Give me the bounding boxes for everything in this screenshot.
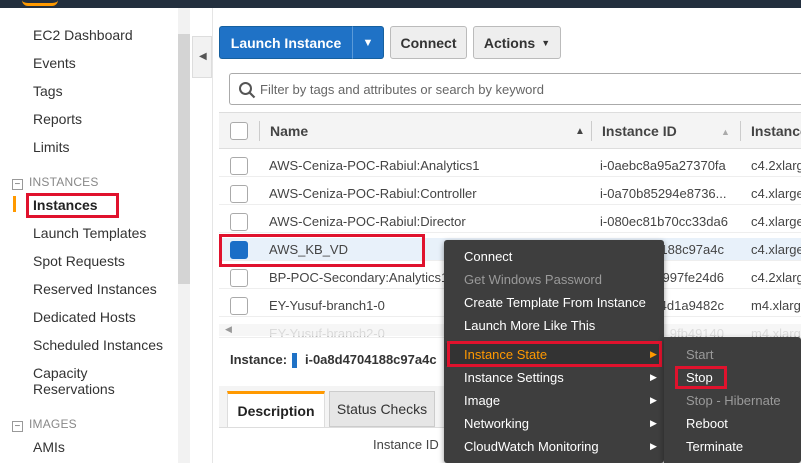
sidebar-item-dedicated-hosts[interactable]: Dedicated Hosts [33, 309, 136, 325]
column-header-instance-id[interactable]: Instance ID [602, 123, 677, 139]
cell-instance-type: c4.2xlarg [751, 158, 801, 173]
scroll-left-icon[interactable]: ◀ [225, 324, 232, 335]
sidebar-item-events[interactable]: Events [33, 55, 76, 71]
highlight-box-stop [675, 366, 727, 389]
select-all-checkbox[interactable] [230, 122, 248, 140]
divider [212, 8, 213, 463]
sidebar-item-reserved-instances[interactable]: Reserved Instances [33, 281, 157, 297]
tab-status-checks[interactable]: Status Checks [329, 391, 435, 427]
launch-instance-button[interactable]: Launch Instance [219, 26, 352, 59]
highlight-box-selected-row [219, 234, 425, 267]
sidebar-item-reports[interactable]: Reports [33, 111, 82, 127]
sidebar-section-images[interactable]: − IMAGES [12, 417, 77, 432]
menu-item-instance-settings[interactable]: Instance Settings [464, 370, 564, 385]
sidebar-item-reservations[interactable]: Reservations [33, 381, 115, 397]
actions-label: Actions [483, 34, 536, 51]
collapse-icon[interactable]: − [12, 421, 23, 432]
highlight-box-instance-state [447, 341, 662, 367]
column-separator [740, 121, 741, 141]
cell-instance-type: m4.xlarg [751, 298, 801, 313]
column-separator [591, 121, 592, 141]
column-header-name[interactable]: Name [270, 123, 308, 139]
table-row[interactable]: AWS-Ceniza-POC-Rabiul:Analytics1 i-0aebc… [219, 154, 801, 177]
table-row[interactable]: AWS-Ceniza-POC-Rabiul:Director i-080ec81… [219, 210, 801, 233]
row-checkbox[interactable] [230, 157, 248, 175]
sort-icon[interactable]: ▲ [721, 127, 730, 137]
cell-name: AWS-Ceniza-POC-Rabiul:Analytics1 [269, 158, 480, 173]
instance-id-value: i-0a8d4704188c97a4c [305, 352, 437, 367]
row-checkbox[interactable] [230, 269, 248, 287]
instance-label: Instance: [230, 352, 288, 367]
cell-instance-type: c4.xlarge [751, 186, 801, 201]
submenu-item-terminate[interactable]: Terminate [686, 439, 743, 454]
field-label-instance-id: Instance ID [373, 437, 439, 452]
highlight-box-instances [26, 193, 119, 218]
submenu-arrow-icon: ▶ [650, 395, 657, 405]
row-checkbox[interactable] [230, 185, 248, 203]
sidebar-scrollbar-thumb[interactable] [178, 34, 190, 284]
actions-button[interactable]: Actions ▼ [473, 26, 561, 59]
sidebar-section-instances[interactable]: − INSTANCES [12, 175, 99, 190]
active-indicator [13, 196, 16, 212]
search-input[interactable]: Filter by tags and attributes or search … [229, 73, 801, 105]
sidebar-item-limits[interactable]: Limits [33, 139, 70, 155]
sort-asc-icon[interactable]: ▲ [575, 126, 585, 137]
instance-color-marker [292, 353, 297, 368]
menu-item-launch-more-like-this[interactable]: Launch More Like This [464, 318, 595, 333]
search-icon [239, 82, 256, 99]
submenu-item-stop-hibernate[interactable]: Stop - Hibernate [686, 393, 781, 408]
menu-item-create-template[interactable]: Create Template From Instance [464, 295, 646, 310]
cell-instance-type: c4.xlarge [751, 214, 801, 229]
cell-instance-id: i-0aebc8a95a27370fa [600, 158, 726, 173]
sidebar-toggle[interactable]: ◀ [192, 36, 212, 78]
cell-instance-id: i-080ec81b70cc33da6 [600, 214, 728, 229]
sidebar-item-capacity[interactable]: Capacity [33, 365, 87, 381]
cell-instance-id: i-0a70b85294e8736... [600, 186, 727, 201]
table-header: Name ▲ Instance ID ▲ Instance [219, 112, 801, 149]
section-label: IMAGES [29, 417, 77, 431]
tab-description[interactable]: Description [227, 391, 325, 427]
chevron-down-icon: ▼ [541, 37, 551, 48]
connect-button[interactable]: Connect [390, 26, 467, 59]
menu-item-cloudwatch-monitoring[interactable]: CloudWatch Monitoring [464, 439, 599, 454]
cell-name: AWS-Ceniza-POC-Rabiul:Director [269, 214, 466, 229]
sidebar-item-spot-requests[interactable]: Spot Requests [33, 253, 125, 269]
cell-instance-type: c4.2xlarg [751, 270, 801, 285]
column-header-instance-type[interactable]: Instance [751, 123, 801, 139]
cell-instance-type: c4.xlarge [751, 242, 801, 257]
cell-name: AWS-Ceniza-POC-Rabiul:Controller [269, 186, 477, 201]
submenu-item-reboot[interactable]: Reboot [686, 416, 728, 431]
submenu-arrow-icon: ▶ [650, 441, 657, 451]
section-label: INSTANCES [29, 175, 99, 189]
row-checkbox[interactable] [230, 213, 248, 231]
row-checkbox[interactable] [230, 297, 248, 315]
submenu-arrow-icon: ▶ [650, 418, 657, 428]
submenu-arrow-icon: ▶ [650, 372, 657, 382]
menu-item-connect[interactable]: Connect [464, 249, 512, 264]
sidebar-item-tags[interactable]: Tags [33, 83, 63, 99]
aws-logo-icon [22, 0, 58, 6]
sidebar-item-launch-templates[interactable]: Launch Templates [33, 225, 146, 241]
submenu-item-start[interactable]: Start [686, 347, 713, 362]
menu-item-networking[interactable]: Networking [464, 416, 529, 431]
chevron-left-icon: ◀ [199, 51, 207, 62]
menu-item-image[interactable]: Image [464, 393, 500, 408]
column-separator [259, 121, 260, 141]
chevron-down-icon: ▼ [362, 36, 374, 49]
sidebar-item-amis[interactable]: AMIs [33, 439, 65, 455]
top-nav-bar [0, 0, 801, 8]
menu-item-get-windows-password[interactable]: Get Windows Password [464, 272, 602, 287]
search-placeholder: Filter by tags and attributes or search … [260, 82, 544, 97]
launch-dropdown-button[interactable]: ▼ [352, 26, 384, 59]
collapse-icon[interactable]: − [12, 179, 23, 190]
sidebar-item-ec2-dashboard[interactable]: EC2 Dashboard [33, 27, 133, 43]
table-row[interactable]: AWS-Ceniza-POC-Rabiul:Controller i-0a70b… [219, 182, 801, 205]
sidebar-item-scheduled-instances[interactable]: Scheduled Instances [33, 337, 163, 353]
